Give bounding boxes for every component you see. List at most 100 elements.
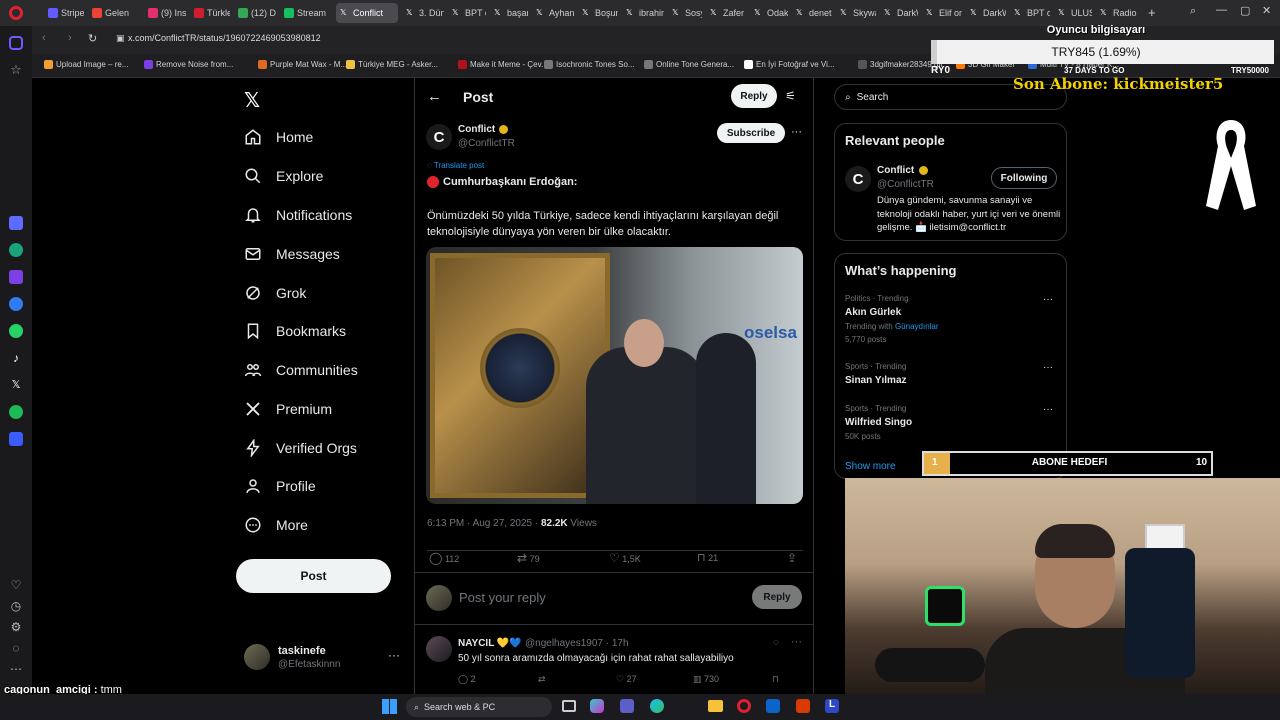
star-icon[interactable]: ☆ xyxy=(9,62,23,77)
bookmark-item[interactable]: Online Tone Genera... xyxy=(644,60,734,69)
bookmark-item[interactable]: Purple Mat Wax - M... xyxy=(258,60,347,69)
trend-item[interactable]: Sports · Trending Sinan Yılmaz ··· xyxy=(845,362,1057,386)
home-icon[interactable] xyxy=(9,36,23,50)
reply-handle[interactable]: @ngelhayes1907 · 17h xyxy=(525,638,629,649)
bookmark-item[interactable]: Upload Image – re... xyxy=(44,60,128,69)
nav-item-premium[interactable]: Premium xyxy=(244,400,332,418)
nav-item-communities[interactable]: Communities xyxy=(244,361,358,379)
trend-extra-link[interactable]: Günaydınlar xyxy=(895,322,939,331)
bookmark-item[interactable]: En İyi Fotoğraf ve Vi... xyxy=(744,60,835,69)
close-window-icon[interactable]: ✕ xyxy=(1262,4,1271,17)
search-input[interactable]: Search xyxy=(857,92,889,103)
forward-icon[interactable]: › xyxy=(68,32,72,44)
browser-tab[interactable]: 𝕏 Elif on xyxy=(922,3,962,23)
author-handle[interactable]: @ConflictTR xyxy=(458,138,515,149)
reply-views-action[interactable]: ▥ 730 xyxy=(693,674,719,685)
post-more-icon[interactable]: ··· xyxy=(791,126,802,138)
reply-header-button[interactable]: Reply xyxy=(731,84,777,108)
browser-tab[interactable]: 𝕏 DarkW xyxy=(966,3,1006,23)
browser-tab[interactable]: 𝕏 Zafer xyxy=(706,3,746,23)
copilot-icon[interactable] xyxy=(590,699,604,713)
explorer-icon[interactable] xyxy=(708,700,723,712)
bookmark-item[interactable]: 3dgifmaker28349.gif xyxy=(858,60,943,69)
taskview-icon[interactable] xyxy=(562,700,576,712)
url-field[interactable]: x.com/ConflictTR/status/1960722469053980… xyxy=(128,33,321,43)
account-switcher[interactable]: taskinefe @Efetaskinnn ··· xyxy=(244,642,404,674)
person-name[interactable]: Conflict xyxy=(877,165,914,176)
teams-icon[interactable] xyxy=(620,699,634,713)
browser-tab[interactable]: 𝕏 Skywa xyxy=(836,3,876,23)
browser-tab[interactable]: Stream xyxy=(280,3,330,23)
chatgpt-icon[interactable] xyxy=(9,243,23,257)
person-avatar[interactable]: C xyxy=(845,166,871,192)
minimize-icon[interactable]: — xyxy=(1216,4,1227,16)
browser-tab[interactable]: 𝕏ibrahim xyxy=(622,3,664,23)
reply-avatar[interactable] xyxy=(426,636,452,662)
search-tabs-icon[interactable]: ⌕ xyxy=(1190,5,1196,18)
more-icon[interactable]: ⋯ xyxy=(9,662,23,676)
browser-tab[interactable]: 𝕏 DarkW xyxy=(880,3,918,23)
browser-tab[interactable]: Türkle xyxy=(190,3,230,23)
more-dots-icon[interactable]: ··· xyxy=(388,648,400,662)
back-arrow-icon[interactable]: ← xyxy=(427,88,442,105)
aria-icon[interactable] xyxy=(9,216,23,230)
browser-tab[interactable]: 𝕏 Sosyal xyxy=(668,3,702,23)
following-button[interactable]: Following xyxy=(991,167,1057,189)
browser-tab[interactable]: 𝕏 ULUSE xyxy=(1054,3,1092,23)
trend-more-icon[interactable]: ··· xyxy=(1043,404,1053,415)
maximize-icon[interactable]: ▢ xyxy=(1240,4,1250,17)
nav-item-bookmarks[interactable]: Bookmarks xyxy=(244,322,346,340)
reply-reply-action[interactable]: ◯ 2 xyxy=(458,674,476,685)
x-logo-icon[interactable]: 𝕏 xyxy=(244,88,260,113)
repost-action[interactable]: ⇄ 79 xyxy=(517,551,540,565)
nav-item-profile[interactable]: Profile xyxy=(244,477,316,495)
author-avatar[interactable]: C xyxy=(426,124,452,150)
trend-item[interactable]: Politics · Trending Akın Gürlek Trending w… xyxy=(845,294,1057,344)
post-image[interactable]: oselsa xyxy=(426,247,803,504)
reply-input[interactable]: Post your reply xyxy=(459,590,709,605)
bookmark-item[interactable]: Remove Noise from... xyxy=(144,60,233,69)
browser-tab[interactable]: Gelen xyxy=(88,3,140,23)
show-more-link[interactable]: Show more xyxy=(845,461,896,472)
messenger-icon[interactable] xyxy=(9,297,23,311)
bookmark-action[interactable]: ⊓ 21 xyxy=(697,551,718,564)
tiktok-icon[interactable]: ♪ xyxy=(9,351,23,365)
browser-tab[interactable]: 𝕏 Conflict xyxy=(336,3,398,23)
browser-tab[interactable]: (12) D xyxy=(234,3,276,23)
reply-more-icon[interactable]: ··· xyxy=(791,636,802,648)
settings-icon[interactable]: ⚙ xyxy=(9,620,23,634)
sliders-icon[interactable]: ⚟ xyxy=(785,89,796,103)
nav-item-notifications[interactable]: Notifications xyxy=(244,206,352,224)
reload-icon[interactable]: ↻ xyxy=(88,32,97,45)
back-icon[interactable]: ‹ xyxy=(42,32,46,44)
browser-tab[interactable]: 𝕏 BPT or xyxy=(1010,3,1050,23)
reply-action[interactable]: ◯ 112 xyxy=(429,551,459,565)
app-l-icon[interactable]: L xyxy=(825,699,839,713)
windows-start-icon[interactable] xyxy=(382,699,397,714)
nav-item-more[interactable]: More xyxy=(244,516,308,534)
trend-item[interactable]: Sports · Trending Wilfried Singo 50K posts… xyxy=(845,404,1057,441)
reply-submit-button[interactable]: Reply xyxy=(752,585,802,609)
cs-icon[interactable] xyxy=(9,270,23,284)
like-action[interactable]: ♡ 1,5K xyxy=(609,551,641,565)
nav-item-home[interactable]: Home xyxy=(244,128,313,146)
subscribe-button[interactable]: Subscribe xyxy=(717,123,785,143)
browser-tab[interactable]: (9) Inst xyxy=(144,3,186,23)
browser-tab[interactable]: 𝕏 Boşun xyxy=(578,3,618,23)
post-button[interactable]: Post xyxy=(236,559,391,593)
new-tab-icon[interactable]: + xyxy=(1148,5,1156,20)
taskbar-search[interactable]: ⌕ Search web & PC xyxy=(406,697,552,717)
reply-bookmark-icon[interactable]: ⊓ xyxy=(772,674,779,685)
reply-like-action[interactable]: ♡ 27 xyxy=(616,674,637,685)
bulb-icon[interactable]: ◌ xyxy=(9,641,23,655)
heart-icon[interactable]: ♡ xyxy=(9,578,23,592)
bookmark-item[interactable]: Make it Meme - Çev... xyxy=(458,60,548,69)
trend-more-icon[interactable]: ··· xyxy=(1043,362,1053,373)
bookmark-item[interactable]: Isochronic Tones So... xyxy=(544,60,635,69)
nav-item-messages[interactable]: Messages xyxy=(244,245,340,263)
nav-item-grok[interactable]: Grok xyxy=(244,284,306,302)
nav-item-verified-orgs[interactable]: Verified Orgs xyxy=(244,439,357,457)
whatsapp-icon[interactable] xyxy=(9,324,23,338)
office-icon[interactable] xyxy=(796,699,810,713)
outlook-icon[interactable] xyxy=(766,699,780,713)
